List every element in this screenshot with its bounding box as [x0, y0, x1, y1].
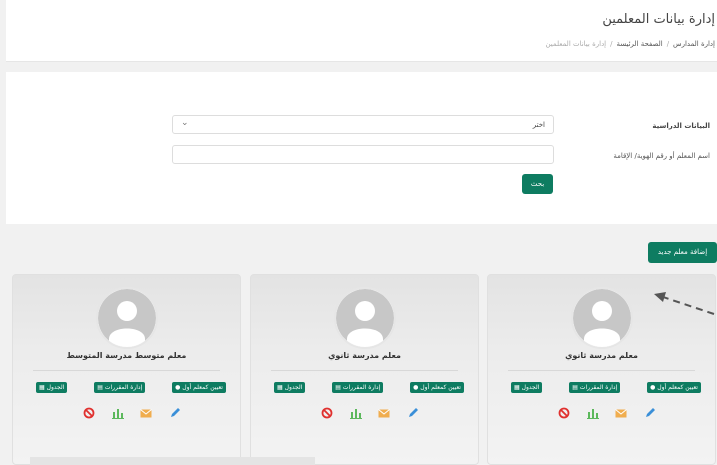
manage-courses-button[interactable]: ▤ إدارة المقررات: [94, 382, 146, 393]
page-title: إدارة بيانات المعلمين: [602, 12, 715, 27]
id-field-label: اسم المعلم أو رقم الهوية/ الإقامة: [613, 152, 710, 160]
card-button-row: ▦ الجدول ▤ إدارة المقررات ● تعيين كمعلم …: [511, 382, 701, 393]
search-button[interactable]: بحث: [522, 174, 553, 194]
teacher-card: معلم مدرسة ثانوي ▦ الجدول ▤ إدارة المقرر…: [250, 274, 479, 465]
header-panel: إدارة بيانات المعلمين إدارة المدارس/الصف…: [6, 0, 717, 62]
user-icon: ●: [175, 384, 181, 391]
assign-label: تعيين كمعلم أول: [657, 384, 698, 391]
book-icon: ▤: [335, 384, 341, 391]
book-icon: ▤: [97, 384, 103, 391]
chart-icon[interactable]: [349, 404, 362, 419]
schedule-label: الجدول: [284, 384, 303, 391]
add-teacher-button[interactable]: إضافة معلم جديد: [648, 242, 717, 263]
book-icon: ▤: [572, 384, 578, 391]
chart-icon[interactable]: [111, 404, 124, 419]
section-label: البيانات الدراسية: [652, 122, 710, 130]
assign-label: تعيين كمعلم أول: [420, 384, 461, 391]
card-divider: [508, 370, 695, 371]
card-divider: [271, 370, 458, 371]
breadcrumb-separator: /: [610, 40, 613, 48]
user-icon: ●: [650, 384, 656, 391]
card-action-icons: [558, 404, 656, 419]
user-icon: ●: [413, 384, 419, 391]
schedule-button[interactable]: ▦ الجدول: [274, 382, 306, 393]
teacher-id-input[interactable]: [172, 145, 554, 164]
filter-panel: البيانات الدراسية اختر ⌄ اسم المعلم أو ر…: [6, 72, 717, 224]
edit-icon[interactable]: [407, 404, 419, 417]
block-icon[interactable]: [83, 404, 95, 419]
calendar-icon: ▦: [39, 384, 45, 391]
card-title: معلم مدرسة ثانوي: [565, 351, 638, 360]
horizontal-scrollbar[interactable]: [30, 457, 315, 465]
edit-icon[interactable]: [644, 404, 656, 417]
card-button-row: ▦ الجدول ▤ إدارة المقررات ● تعيين كمعلم …: [36, 382, 226, 393]
courses-label: إدارة المقررات: [104, 384, 143, 391]
assign-lead-teacher-button[interactable]: ● تعيين كمعلم أول: [410, 382, 464, 393]
card-action-icons: [321, 404, 419, 419]
study-data-select[interactable]: اختر ⌄: [172, 115, 554, 134]
avatar: [95, 287, 158, 349]
courses-label: إدارة المقررات: [342, 384, 381, 391]
card-divider: [33, 370, 220, 371]
schedule-button[interactable]: ▦ الجدول: [511, 382, 543, 393]
schedule-label: الجدول: [521, 384, 540, 391]
block-icon[interactable]: [321, 404, 333, 419]
card-button-row: ▦ الجدول ▤ إدارة المقررات ● تعيين كمعلم …: [274, 382, 464, 393]
mail-icon[interactable]: [378, 404, 391, 418]
courses-label: إدارة المقررات: [579, 384, 618, 391]
chevron-down-icon: ⌄: [181, 118, 189, 128]
avatar: [570, 287, 633, 349]
assign-lead-teacher-button[interactable]: ● تعيين كمعلم أول: [647, 382, 701, 393]
pointer-arrow-icon: [654, 292, 715, 315]
avatar: [333, 287, 396, 349]
chart-icon[interactable]: [586, 404, 599, 419]
teacher-card: معلم متوسط مدرسة المتوسط ▦ الجدول ▤ إدار…: [12, 274, 241, 465]
calendar-icon: ▦: [514, 384, 520, 391]
mail-icon[interactable]: [615, 404, 628, 418]
manage-courses-button[interactable]: ▤ إدارة المقررات: [569, 382, 621, 393]
assign-label: تعيين كمعلم أول: [182, 384, 223, 391]
manage-courses-button[interactable]: ▤ إدارة المقررات: [332, 382, 384, 393]
assign-lead-teacher-button[interactable]: ● تعيين كمعلم أول: [172, 382, 226, 393]
mail-icon[interactable]: [140, 404, 153, 418]
calendar-icon: ▦: [277, 384, 283, 391]
breadcrumb-separator: /: [666, 40, 670, 48]
card-title: معلم مدرسة ثانوي: [328, 351, 401, 360]
schedule-label: الجدول: [46, 384, 65, 391]
block-icon[interactable]: [558, 404, 570, 419]
breadcrumb-schools-link[interactable]: إدارة المدارس: [673, 40, 715, 48]
card-title: معلم متوسط مدرسة المتوسط: [66, 351, 187, 360]
schedule-button[interactable]: ▦ الجدول: [36, 382, 68, 393]
breadcrumb: إدارة المدارس/الصفحة الرئيسة/إدارة بيانا…: [545, 40, 715, 48]
card-action-icons: [83, 404, 181, 419]
breadcrumb-current: إدارة بيانات المعلمين: [545, 40, 607, 48]
edit-icon[interactable]: [169, 404, 181, 417]
breadcrumb-home-link[interactable]: الصفحة الرئيسة: [617, 40, 663, 48]
select-value: اختر: [532, 121, 545, 129]
